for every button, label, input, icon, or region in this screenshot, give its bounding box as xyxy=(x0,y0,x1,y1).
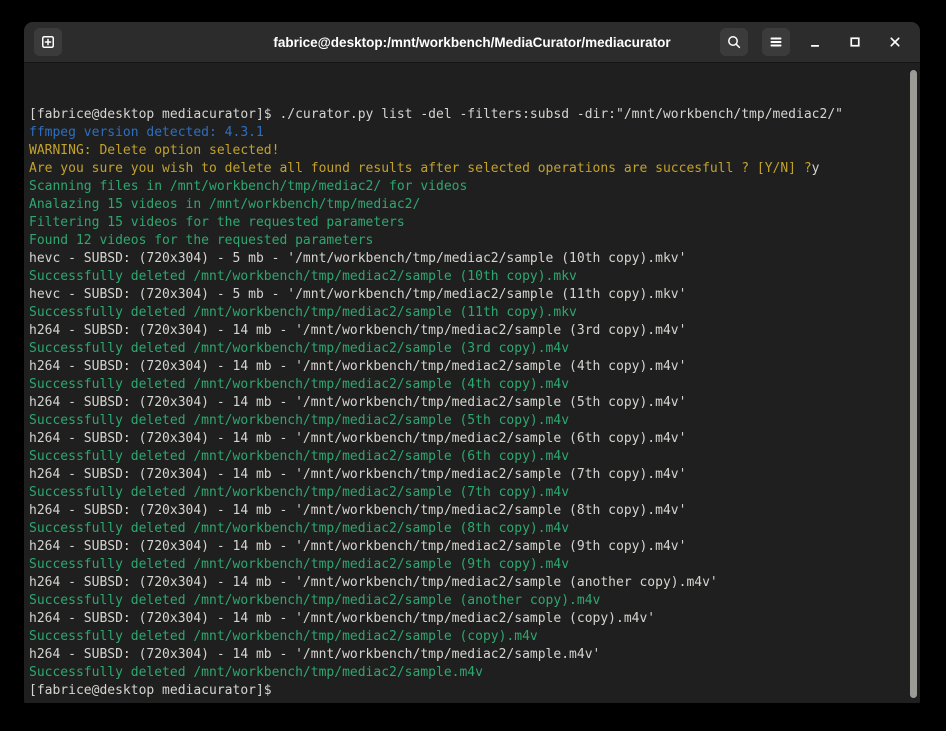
terminal-line: Successfully deleted /mnt/workbench/tmp/… xyxy=(29,520,904,538)
terminal-output[interactable]: [fabrice@desktop mediacurator]$ ./curato… xyxy=(24,63,920,703)
hamburger-menu-icon xyxy=(769,35,783,49)
maximize-icon xyxy=(847,34,863,50)
terminal-line: Successfully deleted /mnt/workbench/tmp/… xyxy=(29,268,904,286)
terminal-line: Successfully deleted /mnt/workbench/tmp/… xyxy=(29,304,904,322)
terminal-line: h264 - SUBSD: (720x304) - 14 mb - '/mnt/… xyxy=(29,394,904,412)
terminal-line: Successfully deleted /mnt/workbench/tmp/… xyxy=(29,340,904,358)
terminal-line: h264 - SUBSD: (720x304) - 14 mb - '/mnt/… xyxy=(29,646,904,664)
terminal-line: Analazing 15 videos in /mnt/workbench/tm… xyxy=(29,196,904,214)
terminal-line: ffmpeg version detected: 4.3.1 xyxy=(29,124,904,142)
terminal-line: [fabrice@desktop mediacurator]$ xyxy=(29,682,904,700)
terminal-line: h264 - SUBSD: (720x304) - 14 mb - '/mnt/… xyxy=(29,574,904,592)
terminal-line: h264 - SUBSD: (720x304) - 14 mb - '/mnt/… xyxy=(29,322,904,340)
terminal-line: hevc - SUBSD: (720x304) - 5 mb - '/mnt/w… xyxy=(29,286,904,304)
maximize-button[interactable] xyxy=(844,28,866,56)
terminal-line: Scanning files in /mnt/workbench/tmp/med… xyxy=(29,178,904,196)
terminal-line: h264 - SUBSD: (720x304) - 14 mb - '/mnt/… xyxy=(29,538,904,556)
terminal-line: Filtering 15 videos for the requested pa… xyxy=(29,214,904,232)
terminal-line: Successfully deleted /mnt/workbench/tmp/… xyxy=(29,376,904,394)
terminal-line: [fabrice@desktop mediacurator]$ ./curato… xyxy=(29,106,904,124)
terminal-line: h264 - SUBSD: (720x304) - 14 mb - '/mnt/… xyxy=(29,502,904,520)
new-tab-icon xyxy=(40,34,56,50)
terminal-line: Successfully deleted /mnt/workbench/tmp/… xyxy=(29,592,904,610)
terminal-line: Successfully deleted /mnt/workbench/tmp/… xyxy=(29,664,904,682)
terminal-line: h264 - SUBSD: (720x304) - 14 mb - '/mnt/… xyxy=(29,610,904,628)
terminal-line: Successfully deleted /mnt/workbench/tmp/… xyxy=(29,484,904,502)
menu-button[interactable] xyxy=(762,28,790,56)
new-tab-button[interactable] xyxy=(34,28,62,56)
terminal-line: Successfully deleted /mnt/workbench/tmp/… xyxy=(29,628,904,646)
search-icon xyxy=(726,34,742,50)
minimize-icon xyxy=(807,34,823,50)
terminal-line: h264 - SUBSD: (720x304) - 14 mb - '/mnt/… xyxy=(29,430,904,448)
scrollbar-thumb[interactable] xyxy=(910,70,917,698)
close-button[interactable] xyxy=(884,28,906,56)
terminal-lines: [fabrice@desktop mediacurator]$ ./curato… xyxy=(29,106,904,700)
titlebar-controls xyxy=(720,28,906,56)
desktop-background: fabrice@desktop:/mnt/workbench/MediaCura… xyxy=(0,0,946,731)
minimize-button[interactable] xyxy=(804,28,826,56)
terminal-line: h264 - SUBSD: (720x304) - 14 mb - '/mnt/… xyxy=(29,358,904,376)
terminal-line: h264 - SUBSD: (720x304) - 14 mb - '/mnt/… xyxy=(29,466,904,484)
terminal-line: Successfully deleted /mnt/workbench/tmp/… xyxy=(29,412,904,430)
terminal-line: Are you sure you wish to delete all foun… xyxy=(29,160,904,178)
terminal-line: WARNING: Delete option selected! xyxy=(29,142,904,160)
terminal-window: fabrice@desktop:/mnt/workbench/MediaCura… xyxy=(24,22,920,703)
close-icon xyxy=(887,34,903,50)
terminal-line: hevc - SUBSD: (720x304) - 5 mb - '/mnt/w… xyxy=(29,250,904,268)
terminal-line: Successfully deleted /mnt/workbench/tmp/… xyxy=(29,556,904,574)
titlebar[interactable]: fabrice@desktop:/mnt/workbench/MediaCura… xyxy=(24,22,920,63)
search-button[interactable] xyxy=(720,28,748,56)
terminal-line: Successfully deleted /mnt/workbench/tmp/… xyxy=(29,448,904,466)
terminal-line: Found 12 videos for the requested parame… xyxy=(29,232,904,250)
